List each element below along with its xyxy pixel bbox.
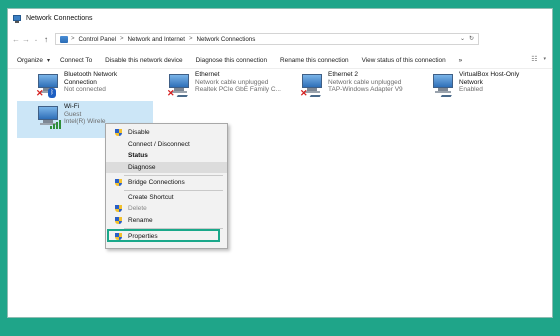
connection-name: Ethernet <box>195 71 220 78</box>
connection-name: VirtualBox Host-Only <box>459 71 520 78</box>
breadcrumb-network-connections[interactable]: Network Connections <box>196 36 255 43</box>
connection-name: Wi-Fi <box>64 103 80 110</box>
menu-item-rename[interactable]: Rename <box>106 215 227 226</box>
menu-item-label: Bridge Connections <box>128 179 185 186</box>
disconnected-icon: ✕ <box>36 88 44 98</box>
ethernet-icon: ✕ <box>300 74 325 98</box>
breadcrumb-control-panel[interactable]: Control Panel <box>79 36 117 43</box>
menu-separator <box>124 190 223 191</box>
menu-item-label: Delete <box>128 205 147 212</box>
breadcrumb-separator: > <box>120 36 124 42</box>
rename-button[interactable]: Rename this connection <box>280 57 349 64</box>
menu-item-bridge-connections[interactable]: Bridge Connections <box>106 177 227 188</box>
chevron-down-icon[interactable]: ▾ <box>47 57 50 64</box>
control-panel-icon <box>60 35 68 43</box>
connection-ethernet-2[interactable]: ✕ Ethernet 2 Network cable unplugged TAP… <box>298 71 423 105</box>
network-connections-icon <box>13 14 22 23</box>
address-dropdown-icon[interactable]: ⌄ <box>460 35 465 42</box>
disconnected-icon: ✕ <box>167 88 175 98</box>
command-bar: Organize ▾ Connect To Disable this netwo… <box>8 52 552 69</box>
network-connections-window: Network Connections ← → ⌄ ↑ > Control Pa… <box>8 9 552 317</box>
organize-menu[interactable]: Organize <box>17 57 43 64</box>
view-status-button[interactable]: View status of this connection <box>362 57 446 64</box>
menu-item-label: Connect / Disconnect <box>128 141 190 148</box>
shield-icon <box>115 129 122 137</box>
menu-item-label: Create Shortcut <box>128 194 174 201</box>
wifi-icon <box>38 106 61 130</box>
up-arrow-icon[interactable]: ↑ <box>41 34 51 46</box>
forward-arrow-icon[interactable]: → <box>21 34 31 46</box>
navigation-row: ← → ⌄ ↑ > Control Panel > Network and In… <box>8 33 552 47</box>
connection-device: Intel(R) Wirele <box>64 118 106 125</box>
refresh-icon[interactable]: ↻ <box>469 35 474 42</box>
view-options-icon[interactable]: ☷ <box>531 55 537 63</box>
menu-item-delete[interactable]: Delete <box>106 203 227 214</box>
menu-item-label: Diagnose <box>128 164 156 171</box>
menu-item-diagnose[interactable]: Diagnose <box>106 162 227 173</box>
breadcrumb-network-and-internet[interactable]: Network and Internet <box>128 36 185 43</box>
back-arrow-icon[interactable]: ← <box>11 34 21 46</box>
more-commands-button[interactable]: » <box>459 57 463 64</box>
menu-item-disable[interactable]: Disable <box>106 127 227 138</box>
connection-ethernet[interactable]: ✕ Ethernet Network cable unplugged Realt… <box>165 71 285 105</box>
connection-virtualbox[interactable]: VirtualBox Host-Only Network Enabled <box>429 71 544 105</box>
diagnose-button[interactable]: Diagnose this connection <box>196 57 267 64</box>
menu-item-status[interactable]: Status <box>106 150 227 161</box>
connection-status: Guest <box>64 110 82 118</box>
connection-name: Ethernet 2 <box>328 71 358 78</box>
menu-item-label: Status <box>128 152 148 159</box>
shield-icon <box>115 217 122 225</box>
connection-name: Bluetooth Network <box>64 71 118 78</box>
breadcrumb-separator: > <box>188 36 193 42</box>
view-dropdown-icon[interactable]: ▾ <box>543 55 546 63</box>
ethernet-icon: ✕ <box>167 74 192 98</box>
disconnected-icon: ✕ <box>300 88 308 98</box>
connection-bluetooth[interactable]: ✕ ᛒ Bluetooth Network Connection Not con… <box>34 71 134 105</box>
window-title: Network Connections <box>26 15 93 22</box>
recent-chevron-icon[interactable]: ⌄ <box>31 34 41 46</box>
bluetooth-icon: ✕ ᛒ <box>36 74 60 98</box>
connection-device: Realtek PCIe GbE Family C... <box>195 86 281 93</box>
disable-device-button[interactable]: Disable this network device <box>105 57 182 64</box>
properties-highlight-frame <box>107 229 220 242</box>
connection-status: Network cable unplugged <box>328 78 402 86</box>
connection-status: Not connected <box>64 86 106 93</box>
menu-item-create-shortcut[interactable]: Create Shortcut <box>106 192 227 203</box>
connection-name: Network <box>459 78 483 86</box>
shield-icon <box>115 205 122 213</box>
connection-device: TAP-Windows Adapter V9 <box>328 86 403 93</box>
shield-icon <box>115 179 122 187</box>
title-bar: Network Connections <box>8 9 552 28</box>
ethernet-icon <box>433 74 456 98</box>
menu-item-connect-disconnect[interactable]: Connect / Disconnect <box>106 139 227 150</box>
connection-status: Enabled <box>459 86 483 93</box>
address-bar[interactable]: > Control Panel > Network and Internet >… <box>55 33 479 45</box>
breadcrumb-separator: > <box>71 36 75 42</box>
connection-status: Network cable unplugged <box>195 78 269 86</box>
connect-to-button[interactable]: Connect To <box>60 57 92 64</box>
connection-name: Connection <box>64 78 97 86</box>
menu-item-label: Disable <box>128 129 150 136</box>
menu-item-label: Rename <box>128 217 153 224</box>
menu-separator <box>124 175 223 176</box>
